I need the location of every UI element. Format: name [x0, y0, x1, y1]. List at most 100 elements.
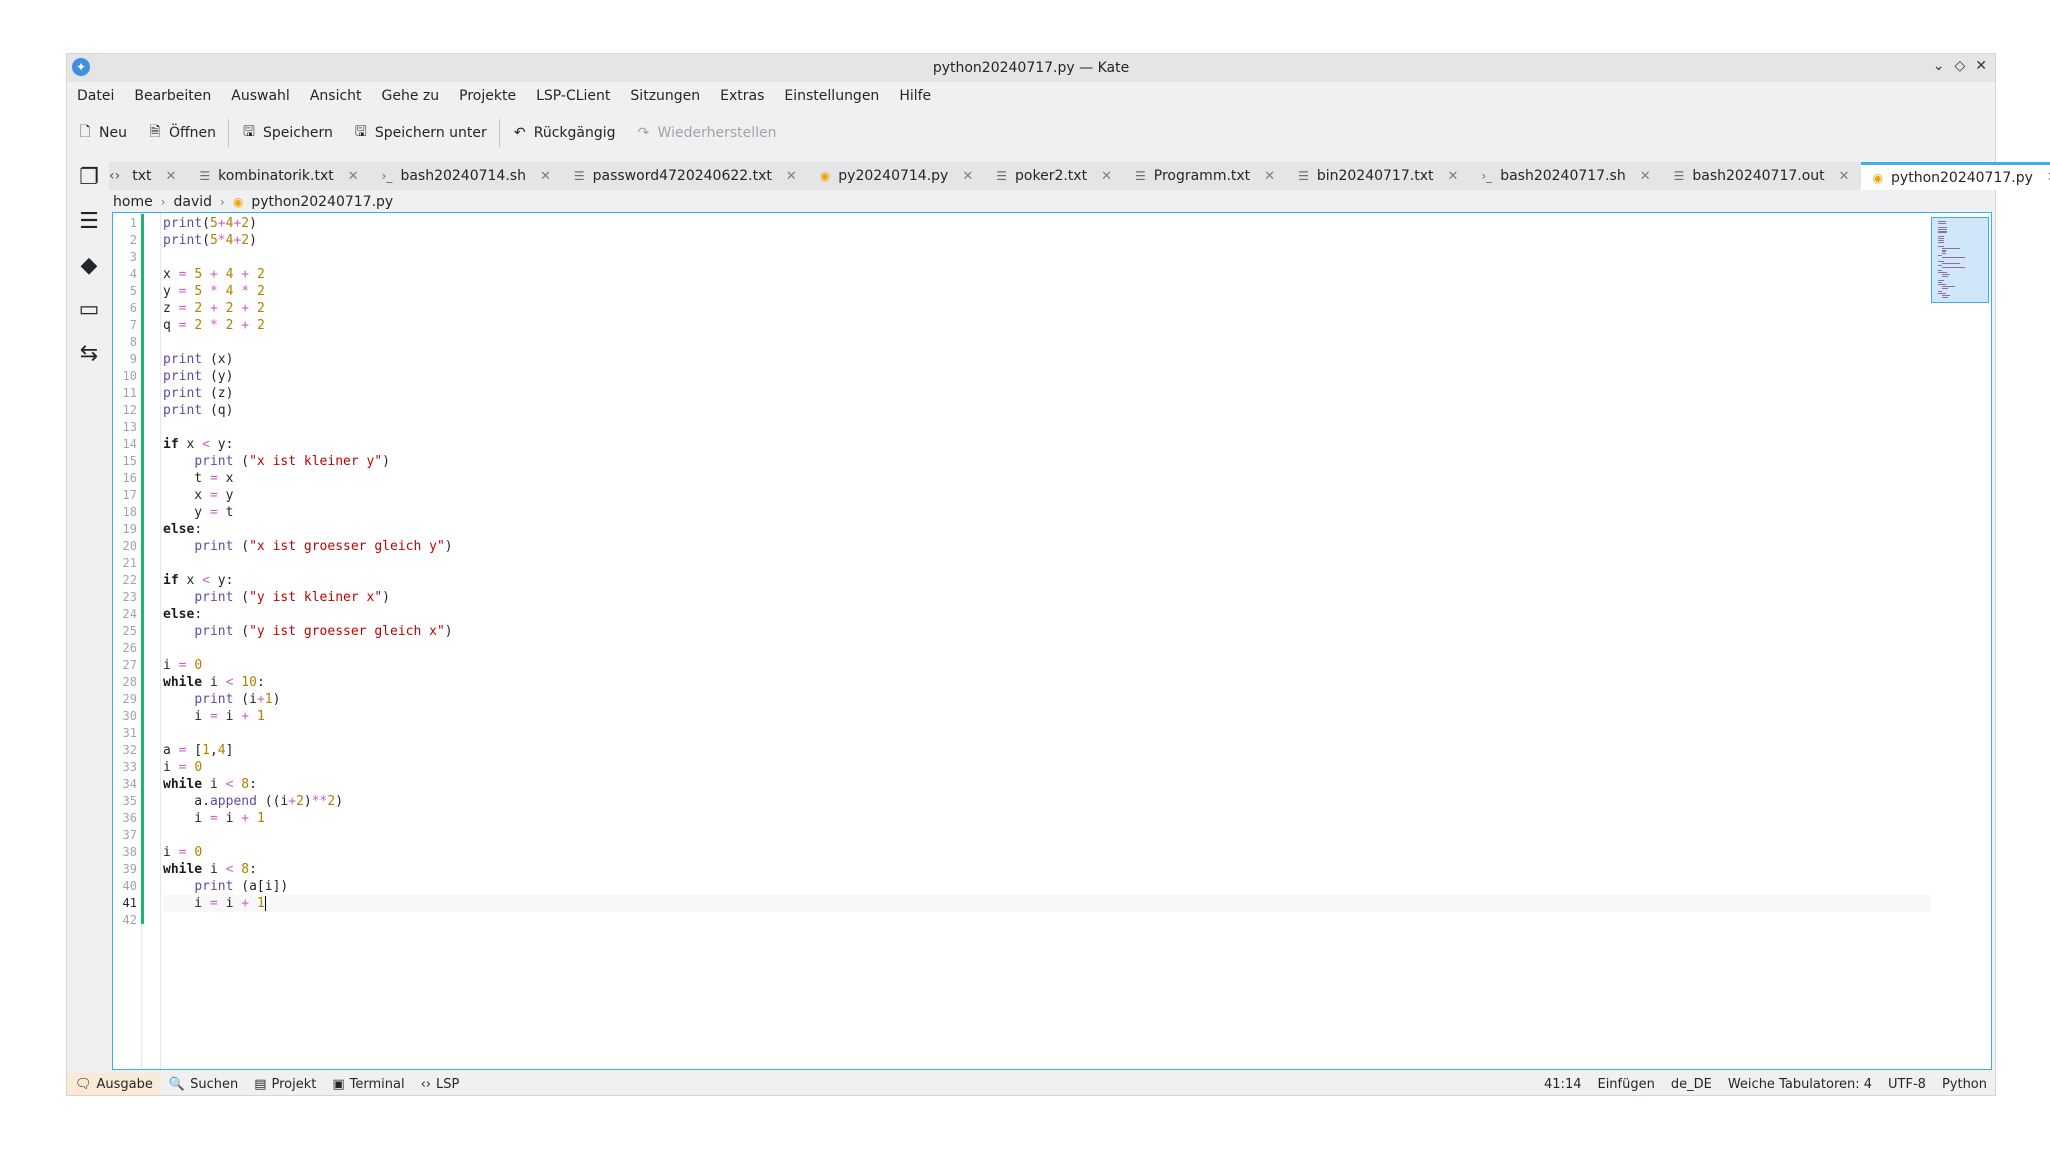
code-line[interactable]: while i < 10:	[163, 674, 265, 691]
code-line[interactable]: else:	[163, 521, 202, 538]
code-line[interactable]: print (y)	[163, 368, 233, 385]
close-icon[interactable]: ✕	[1975, 58, 1987, 74]
line-number: 20	[122, 539, 137, 553]
menu-hilfe[interactable]: Hilfe	[889, 88, 941, 104]
projects-icon[interactable]: ⇆	[75, 340, 103, 368]
new-button[interactable]: 🗋 Neu	[67, 118, 137, 148]
code-line[interactable]: print(5+4+2)	[163, 215, 257, 232]
menu-datei[interactable]: Datei	[67, 88, 124, 104]
code-line[interactable]: print (z)	[163, 385, 233, 402]
close-tab-icon[interactable]: ✕	[786, 169, 797, 184]
code-line[interactable]: print (a[i])	[163, 878, 288, 895]
close-tab-icon[interactable]: ✕	[1447, 169, 1458, 184]
code-line[interactable]: if x < y:	[163, 436, 233, 453]
spellcheck-language[interactable]: de_DE	[1671, 1077, 1712, 1092]
code-line[interactable]: while i < 8:	[163, 776, 257, 793]
indentation-settings[interactable]: Weiche Tabulatoren: 4	[1728, 1077, 1872, 1092]
minimap[interactable]	[1931, 217, 1989, 303]
code-line[interactable]: i = i + 1	[163, 810, 264, 827]
code-line[interactable]: print (x)	[163, 351, 233, 368]
code-line[interactable]: i = i + 1	[163, 895, 266, 912]
code-line[interactable]: print (i+1)	[163, 691, 280, 708]
code-line[interactable]: while i < 8:	[163, 861, 257, 878]
close-tab-icon[interactable]: ✕	[962, 169, 973, 184]
menu-extras[interactable]: Extras	[710, 88, 774, 104]
code-line[interactable]: q = 2 * 2 + 2	[163, 317, 265, 334]
file-encoding[interactable]: UTF-8	[1888, 1077, 1926, 1092]
menu-projekte[interactable]: Projekte	[449, 88, 526, 104]
breadcrumb-user[interactable]: david	[174, 194, 213, 210]
tab-bash20240714[interactable]: ›_ bash20240714.sh ✕	[370, 162, 562, 190]
menu-sitzungen[interactable]: Sitzungen	[620, 88, 710, 104]
project-panel-button[interactable]: ▤ Projekt	[246, 1073, 324, 1095]
code-line[interactable]: i = i + 1	[163, 708, 264, 725]
code-line[interactable]: y = 5 * 4 * 2	[163, 283, 265, 300]
tab-bin20240717[interactable]: ☰ bin20240717.txt ✕	[1286, 162, 1469, 190]
tab-poker2[interactable]: ☰ poker2.txt ✕	[984, 162, 1123, 190]
code-line[interactable]: x = y	[163, 487, 233, 504]
breadcrumb-home[interactable]: home	[113, 194, 153, 210]
breadcrumb-file[interactable]: python20240717.py	[251, 194, 393, 210]
code-line[interactable]: x = 5 + 4 + 2	[163, 266, 265, 283]
folding-margin[interactable]	[144, 213, 161, 1069]
lsp-panel-button[interactable]: ‹› LSP	[413, 1073, 468, 1095]
code-line[interactable]: print ("x ist groesser gleich y")	[163, 538, 452, 555]
code-line[interactable]: print ("y ist groesser gleich x")	[163, 623, 452, 640]
save-button[interactable]: 🖫 Speichern	[231, 118, 343, 148]
search-panel-button[interactable]: 🔍 Suchen	[161, 1073, 246, 1095]
code-line[interactable]: print ("y ist kleiner x")	[163, 589, 390, 606]
code-line[interactable]: t = x	[163, 470, 233, 487]
tab-txt[interactable]: txt ✕	[120, 162, 187, 190]
code-line[interactable]: z = 2 + 2 + 2	[163, 300, 265, 317]
tab-bash20240717-sh[interactable]: ›_ bash20240717.sh ✕	[1469, 162, 1661, 190]
output-panel-button[interactable]: 🗨 Ausgabe	[67, 1073, 161, 1095]
git-icon[interactable]: ◆	[75, 252, 103, 280]
menu-gehe-zu[interactable]: Gehe zu	[372, 88, 450, 104]
menu-lsp-client[interactable]: LSP-CLient	[526, 88, 620, 104]
code-line[interactable]: i = 0	[163, 759, 202, 776]
close-tab-icon[interactable]: ✕	[540, 169, 551, 184]
cursor-position[interactable]: 41:14	[1544, 1077, 1581, 1092]
code-line[interactable]: y = t	[163, 504, 233, 521]
redo-button[interactable]: ↷ Wiederherstellen	[626, 118, 787, 148]
code-line[interactable]: print(5*4+2)	[163, 232, 257, 249]
minimize-icon[interactable]: ⌄	[1933, 58, 1945, 74]
code-editor[interactable]: 1 2 3 4 5 6 7 8 9 10 11 12 13 14 15 16 17 18 19 20 21 22 23 24 2…	[112, 212, 1992, 1070]
undo-button[interactable]: ↶ Rückgängig	[502, 118, 626, 148]
tab-password[interactable]: ☰ password4720240622.txt ✕	[562, 162, 808, 190]
tab-bash20240717-out[interactable]: ☰ bash20240717.out ✕	[1662, 162, 1861, 190]
code-line[interactable]: i = 0	[163, 844, 202, 861]
code-line[interactable]: a.append ((i+2)**2)	[163, 793, 343, 810]
close-tab-icon[interactable]: ✕	[165, 169, 176, 184]
save-as-button[interactable]: 🖫 Speichern unter	[343, 118, 497, 148]
close-tab-icon[interactable]: ✕	[1839, 169, 1850, 184]
maximize-icon[interactable]: ◇	[1954, 58, 1965, 74]
menu-ansicht[interactable]: Ansicht	[300, 88, 372, 104]
syntax-mode[interactable]: Python	[1942, 1077, 1987, 1092]
code-line[interactable]: i = 0	[163, 657, 202, 674]
open-button[interactable]: 🗎 Öffnen	[137, 118, 226, 148]
code-line[interactable]: print ("x ist kleiner y")	[163, 453, 390, 470]
code-line[interactable]: if x < y:	[163, 572, 233, 589]
menu-einstellungen[interactable]: Einstellungen	[774, 88, 889, 104]
filesystem-browser-icon[interactable]: ▭	[75, 296, 103, 324]
code-line[interactable]: print (q)	[163, 402, 233, 419]
close-tab-icon[interactable]: ✕	[1264, 169, 1275, 184]
minimap-line	[1938, 270, 1942, 272]
documents-icon[interactable]: ❐	[75, 164, 103, 192]
code-line[interactable]: else:	[163, 606, 202, 623]
code-line[interactable]: a = [1,4]	[163, 742, 233, 759]
tab-python20240717[interactable]: ◉python20240717.py✕	[1860, 162, 2050, 190]
terminal-panel-button[interactable]: ▣ Terminal	[324, 1073, 412, 1095]
close-tab-icon[interactable]: ✕	[1640, 169, 1651, 184]
minimap-line	[1938, 293, 1947, 295]
close-tab-icon[interactable]: ✕	[348, 169, 359, 184]
symbols-list-icon[interactable]: ☰	[75, 208, 103, 236]
tab-kombinatorik[interactable]: ☰ kombinatorik.txt ✕	[187, 162, 369, 190]
menu-bearbeiten[interactable]: Bearbeiten	[124, 88, 221, 104]
input-mode[interactable]: Einfügen	[1597, 1077, 1654, 1092]
tab-py20240714[interactable]: ◉ py20240714.py ✕	[808, 162, 984, 190]
tab-programm[interactable]: ☰ Programm.txt ✕	[1123, 162, 1286, 190]
close-tab-icon[interactable]: ✕	[1101, 169, 1112, 184]
menu-auswahl[interactable]: Auswahl	[221, 88, 300, 104]
